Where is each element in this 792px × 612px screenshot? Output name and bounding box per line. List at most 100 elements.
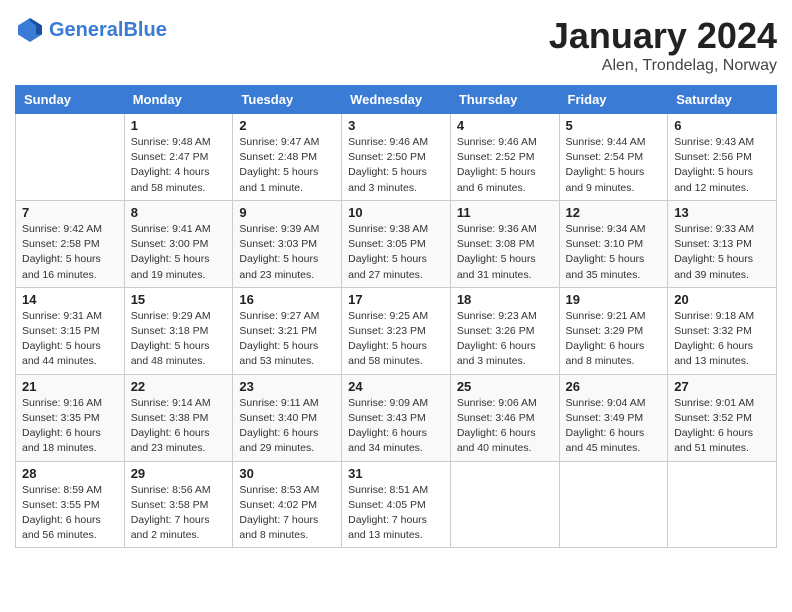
page-header: GeneralBlue January 2024 Alen, Trondelag… bbox=[15, 15, 777, 75]
calendar-cell: 8 Sunrise: 9:41 AM Sunset: 3:00 PM Daylig… bbox=[124, 200, 233, 287]
day-info: Sunrise: 9:39 AM Sunset: 3:03 PM Dayligh… bbox=[239, 222, 335, 283]
calendar-cell: 11Sunrise: 9:36 AM Sunset: 3:08 PM Dayli… bbox=[450, 200, 559, 287]
calendar-cell: 18 Sunrise: 9:23 AM Sunset: 3:26 PM Dayli… bbox=[450, 287, 559, 374]
day-number: 6 bbox=[674, 118, 770, 133]
calendar-cell: 1 Sunrise: 9:48 AM Sunset: 2:47 PM Daylig… bbox=[124, 114, 233, 201]
logo-icon bbox=[15, 15, 45, 45]
day-info: Sunrise: 9:18 AM Sunset: 3:32 PM Dayligh… bbox=[674, 309, 770, 370]
calendar-body: 1 Sunrise: 9:48 AM Sunset: 2:47 PM Daylig… bbox=[16, 114, 777, 548]
weekday-row: SundayMondayTuesdayWednesdayThursdayFrid… bbox=[16, 86, 777, 114]
day-info: Sunrise: 9:21 AM Sunset: 3:29 PM Dayligh… bbox=[566, 309, 662, 370]
day-info: Sunrise: 9:38 AM Sunset: 3:05 PM Dayligh… bbox=[348, 222, 444, 283]
calendar-cell: 17 Sunrise: 9:25 AM Sunset: 3:23 PM Dayli… bbox=[342, 287, 451, 374]
day-number: 18 bbox=[457, 292, 553, 307]
calendar-cell: 9 Sunrise: 9:39 AM Sunset: 3:03 PM Daylig… bbox=[233, 200, 342, 287]
logo-text: GeneralBlue bbox=[49, 19, 167, 41]
location-subtitle: Alen, Trondelag, Norway bbox=[549, 57, 777, 75]
day-info: Sunrise: 9:01 AM Sunset: 3:52 PM Dayligh… bbox=[674, 396, 770, 457]
calendar-header: SundayMondayTuesdayWednesdayThursdayFrid… bbox=[16, 86, 777, 114]
calendar-cell: 26Sunrise: 9:04 AM Sunset: 3:49 PM Dayli… bbox=[559, 374, 668, 461]
day-info: Sunrise: 9:11 AM Sunset: 3:40 PM Dayligh… bbox=[239, 396, 335, 457]
day-number: 28 bbox=[22, 466, 118, 481]
day-info: Sunrise: 8:56 AM Sunset: 3:58 PM Dayligh… bbox=[131, 483, 227, 544]
week-row-2: 7 Sunrise: 9:42 AM Sunset: 2:58 PM Daylig… bbox=[16, 200, 777, 287]
calendar-cell: 24 Sunrise: 9:09 AM Sunset: 3:43 PM Dayli… bbox=[342, 374, 451, 461]
day-info: Sunrise: 9:48 AM Sunset: 2:47 PM Dayligh… bbox=[131, 135, 227, 196]
calendar-cell: 14 Sunrise: 9:31 AM Sunset: 3:15 PM Dayli… bbox=[16, 287, 125, 374]
day-number: 11 bbox=[457, 205, 553, 220]
day-number: 4 bbox=[457, 118, 553, 133]
day-info: Sunrise: 9:23 AM Sunset: 3:26 PM Dayligh… bbox=[457, 309, 553, 370]
calendar-cell: 3 Sunrise: 9:46 AM Sunset: 2:50 PM Daylig… bbox=[342, 114, 451, 201]
day-number: 10 bbox=[348, 205, 444, 220]
calendar-cell: 28Sunrise: 8:59 AM Sunset: 3:55 PM Dayli… bbox=[16, 461, 125, 548]
calendar-cell: 31Sunrise: 8:51 AM Sunset: 4:05 PM Dayli… bbox=[342, 461, 451, 548]
day-info: Sunrise: 9:04 AM Sunset: 3:49 PM Dayligh… bbox=[566, 396, 662, 457]
day-info: Sunrise: 8:53 AM Sunset: 4:02 PM Dayligh… bbox=[239, 483, 335, 544]
day-info: Sunrise: 9:46 AM Sunset: 2:52 PM Dayligh… bbox=[457, 135, 553, 196]
weekday-header-saturday: Saturday bbox=[668, 86, 777, 114]
day-number: 17 bbox=[348, 292, 444, 307]
day-info: Sunrise: 9:27 AM Sunset: 3:21 PM Dayligh… bbox=[239, 309, 335, 370]
calendar-cell: 4 Sunrise: 9:46 AM Sunset: 2:52 PM Daylig… bbox=[450, 114, 559, 201]
calendar-cell: 7 Sunrise: 9:42 AM Sunset: 2:58 PM Daylig… bbox=[16, 200, 125, 287]
calendar-cell: 12 Sunrise: 9:34 AM Sunset: 3:10 PM Dayli… bbox=[559, 200, 668, 287]
day-number: 14 bbox=[22, 292, 118, 307]
calendar-cell: 20Sunrise: 9:18 AM Sunset: 3:32 PM Dayli… bbox=[668, 287, 777, 374]
week-row-4: 21 Sunrise: 9:16 AM Sunset: 3:35 PM Dayli… bbox=[16, 374, 777, 461]
day-number: 7 bbox=[22, 205, 118, 220]
calendar-cell: 15Sunrise: 9:29 AM Sunset: 3:18 PM Dayli… bbox=[124, 287, 233, 374]
day-number: 23 bbox=[239, 379, 335, 394]
week-row-5: 28Sunrise: 8:59 AM Sunset: 3:55 PM Dayli… bbox=[16, 461, 777, 548]
day-number: 25 bbox=[457, 379, 553, 394]
day-number: 12 bbox=[566, 205, 662, 220]
logo-line1: General bbox=[49, 19, 123, 41]
day-info: Sunrise: 9:33 AM Sunset: 3:13 PM Dayligh… bbox=[674, 222, 770, 283]
logo-line2: Blue bbox=[123, 19, 166, 41]
day-number: 3 bbox=[348, 118, 444, 133]
day-number: 19 bbox=[566, 292, 662, 307]
weekday-header-thursday: Thursday bbox=[450, 86, 559, 114]
logo: GeneralBlue bbox=[15, 15, 167, 45]
calendar-cell: 27 Sunrise: 9:01 AM Sunset: 3:52 PM Dayli… bbox=[668, 374, 777, 461]
day-info: Sunrise: 9:31 AM Sunset: 3:15 PM Dayligh… bbox=[22, 309, 118, 370]
calendar-cell: 22Sunrise: 9:14 AM Sunset: 3:38 PM Dayli… bbox=[124, 374, 233, 461]
day-number: 27 bbox=[674, 379, 770, 394]
day-number: 24 bbox=[348, 379, 444, 394]
week-row-1: 1 Sunrise: 9:48 AM Sunset: 2:47 PM Daylig… bbox=[16, 114, 777, 201]
calendar-cell: 21 Sunrise: 9:16 AM Sunset: 3:35 PM Dayli… bbox=[16, 374, 125, 461]
day-info: Sunrise: 9:09 AM Sunset: 3:43 PM Dayligh… bbox=[348, 396, 444, 457]
day-number: 30 bbox=[239, 466, 335, 481]
day-info: Sunrise: 9:43 AM Sunset: 2:56 PM Dayligh… bbox=[674, 135, 770, 196]
weekday-header-friday: Friday bbox=[559, 86, 668, 114]
weekday-header-tuesday: Tuesday bbox=[233, 86, 342, 114]
day-number: 8 bbox=[131, 205, 227, 220]
calendar-cell bbox=[16, 114, 125, 201]
day-info: Sunrise: 9:46 AM Sunset: 2:50 PM Dayligh… bbox=[348, 135, 444, 196]
calendar-cell: 29 Sunrise: 8:56 AM Sunset: 3:58 PM Dayli… bbox=[124, 461, 233, 548]
calendar-cell bbox=[450, 461, 559, 548]
calendar-cell: 19 Sunrise: 9:21 AM Sunset: 3:29 PM Dayli… bbox=[559, 287, 668, 374]
weekday-header-wednesday: Wednesday bbox=[342, 86, 451, 114]
month-title: January 2024 bbox=[549, 15, 777, 57]
calendar-cell: 23 Sunrise: 9:11 AM Sunset: 3:40 PM Dayli… bbox=[233, 374, 342, 461]
calendar-table: SundayMondayTuesdayWednesdayThursdayFrid… bbox=[15, 85, 777, 548]
day-number: 1 bbox=[131, 118, 227, 133]
day-info: Sunrise: 9:42 AM Sunset: 2:58 PM Dayligh… bbox=[22, 222, 118, 283]
day-number: 5 bbox=[566, 118, 662, 133]
calendar-cell: 16 Sunrise: 9:27 AM Sunset: 3:21 PM Dayli… bbox=[233, 287, 342, 374]
day-number: 29 bbox=[131, 466, 227, 481]
weekday-header-sunday: Sunday bbox=[16, 86, 125, 114]
day-info: Sunrise: 9:34 AM Sunset: 3:10 PM Dayligh… bbox=[566, 222, 662, 283]
day-number: 2 bbox=[239, 118, 335, 133]
day-info: Sunrise: 9:16 AM Sunset: 3:35 PM Dayligh… bbox=[22, 396, 118, 457]
calendar-cell: 5Sunrise: 9:44 AM Sunset: 2:54 PM Daylig… bbox=[559, 114, 668, 201]
day-number: 9 bbox=[239, 205, 335, 220]
calendar-cell: 13Sunrise: 9:33 AM Sunset: 3:13 PM Dayli… bbox=[668, 200, 777, 287]
day-number: 16 bbox=[239, 292, 335, 307]
week-row-3: 14 Sunrise: 9:31 AM Sunset: 3:15 PM Dayli… bbox=[16, 287, 777, 374]
day-info: Sunrise: 9:29 AM Sunset: 3:18 PM Dayligh… bbox=[131, 309, 227, 370]
day-info: Sunrise: 9:25 AM Sunset: 3:23 PM Dayligh… bbox=[348, 309, 444, 370]
day-info: Sunrise: 9:41 AM Sunset: 3:00 PM Dayligh… bbox=[131, 222, 227, 283]
day-number: 21 bbox=[22, 379, 118, 394]
